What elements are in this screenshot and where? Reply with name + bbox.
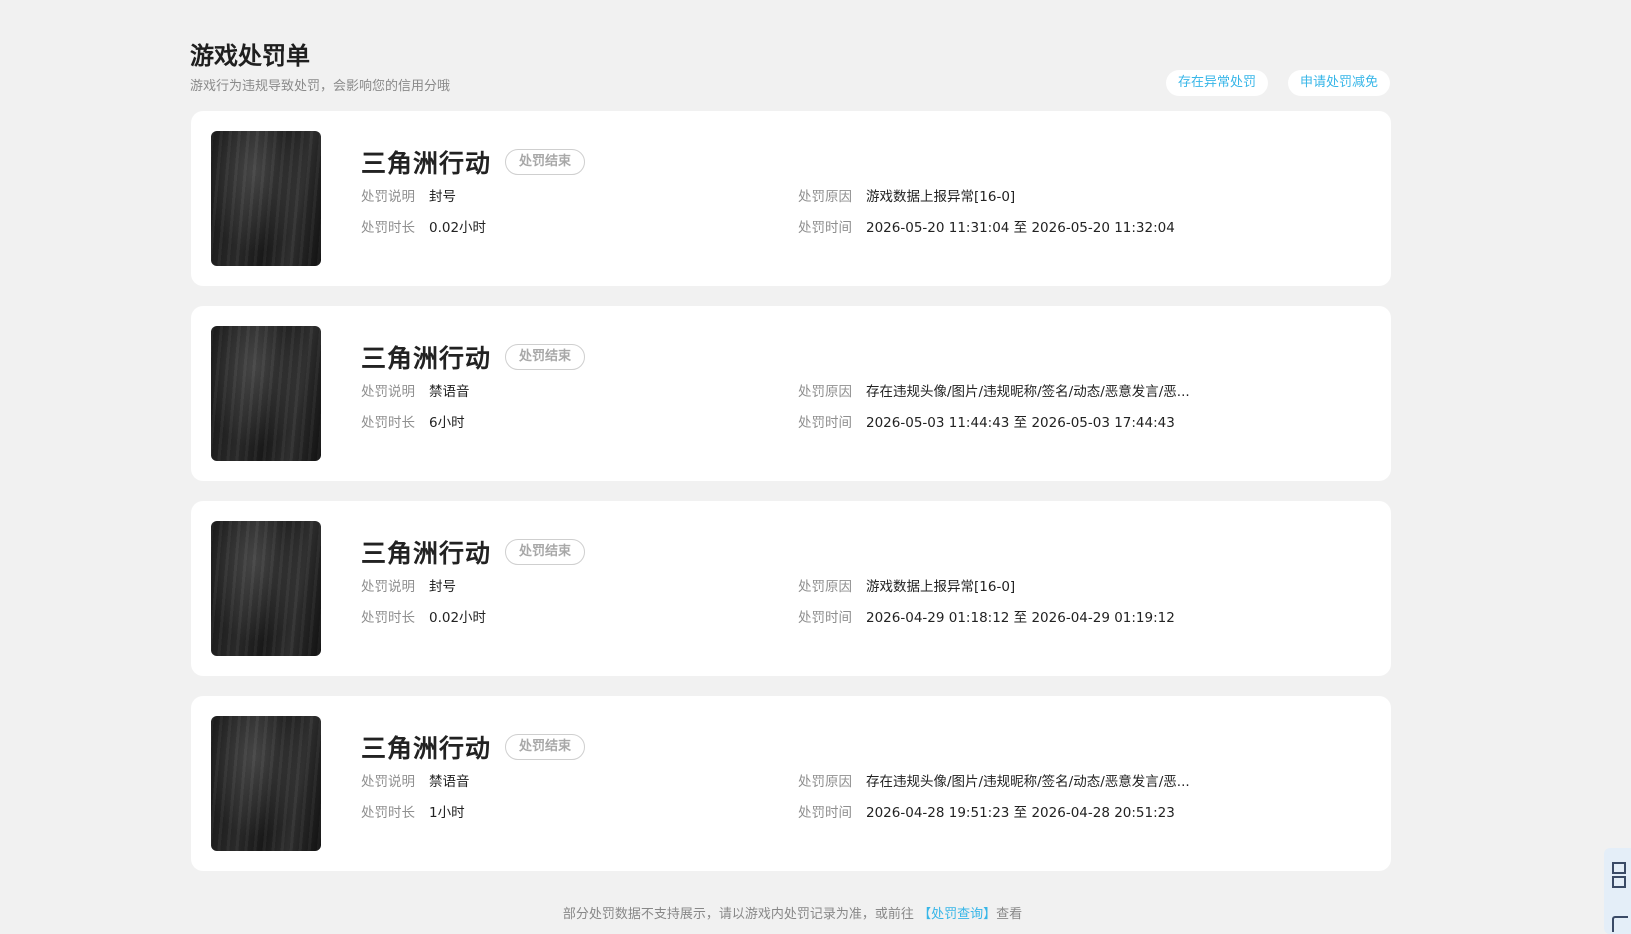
penalty-reason-value: 游戏数据上报异常[16-0] bbox=[866, 189, 1016, 205]
penalty-reason-value: 游戏数据上报异常[16-0] bbox=[866, 579, 1016, 595]
penalty-duration-value: 0.02小时 bbox=[429, 610, 487, 626]
penalty-duration-value: 1小时 bbox=[429, 805, 465, 821]
penalty-duration-label: 处罚时长 bbox=[361, 610, 415, 626]
penalty-duration-value: 6小时 bbox=[429, 415, 465, 431]
game-cover-image bbox=[211, 716, 321, 851]
page-header: 游戏处罚单 游戏行为违规导致处罚，会影响您的信用分哦 存在异常处罚 申请处罚减免 bbox=[190, 40, 1390, 100]
penalty-reason-label: 处罚原因 bbox=[798, 774, 852, 790]
penalty-time: 处罚时间 2026-05-03 11:44:43 至 2026-05-03 17:… bbox=[798, 413, 1175, 433]
bracket-icon[interactable] bbox=[1612, 916, 1628, 932]
penalty-duration-label: 处罚时长 bbox=[361, 805, 415, 821]
penalty-desc-label: 处罚说明 bbox=[361, 189, 415, 205]
penalty-desc-value: 封号 bbox=[429, 189, 456, 205]
penalty-desc-value: 禁语音 bbox=[429, 384, 470, 400]
penalty-page: 游戏处罚单 游戏行为违规导致处罚，会影响您的信用分哦 存在异常处罚 申请处罚减免… bbox=[0, 0, 1631, 934]
game-name: 三角洲行动 bbox=[361, 149, 492, 178]
penalty-desc-value: 封号 bbox=[429, 579, 456, 595]
penalty-reason: 处罚原因 游戏数据上报异常[16-0] bbox=[798, 187, 1015, 207]
game-cover-image bbox=[211, 326, 321, 461]
status-badge: 处罚结束 bbox=[505, 149, 586, 175]
game-title-row: 三角洲行动 处罚结束 bbox=[361, 339, 586, 375]
penalty-duration-label: 处罚时长 bbox=[361, 415, 415, 431]
footer-note-prefix: 部分处罚数据不支持展示，请以游戏内处罚记录为准，或前往 bbox=[562, 907, 914, 922]
status-badge: 处罚结束 bbox=[505, 734, 586, 760]
status-badge: 处罚结束 bbox=[505, 344, 586, 370]
status-badge: 处罚结束 bbox=[505, 539, 586, 565]
game-title-row: 三角洲行动 处罚结束 bbox=[361, 144, 586, 180]
game-cover-image bbox=[211, 131, 321, 266]
game-cover-image bbox=[211, 521, 321, 656]
game-name: 三角洲行动 bbox=[361, 734, 492, 763]
penalty-time: 处罚时间 2026-04-29 01:18:12 至 2026-04-29 01:… bbox=[798, 608, 1175, 628]
footer-note-suffix: 查看 bbox=[996, 907, 1023, 922]
game-title-row: 三角洲行动 处罚结束 bbox=[361, 534, 586, 570]
page-title: 游戏处罚单 bbox=[190, 42, 310, 70]
penalty-desc-label: 处罚说明 bbox=[361, 384, 415, 400]
penalty-time-label: 处罚时间 bbox=[798, 220, 852, 236]
penalty-reason: 处罚原因 游戏数据上报异常[16-0] bbox=[798, 577, 1015, 597]
penalty-time-label: 处罚时间 bbox=[798, 415, 852, 431]
penalty-reason-value: 存在违规头像/图片/违规昵称/签名/动态/恶意发言/恶... bbox=[866, 774, 1190, 790]
penalty-card: 三角洲行动 处罚结束 处罚说明 封号 处罚时长 0.02小时 处罚原因 游戏数据上报异… bbox=[191, 501, 1391, 676]
penalty-time: 处罚时间 2026-05-20 11:31:04 至 2026-05-20 11:… bbox=[798, 218, 1175, 238]
penalty-duration: 处罚时长 6小时 bbox=[361, 413, 465, 433]
penalty-duration: 处罚时长 1小时 bbox=[361, 803, 465, 823]
penalty-desc: 处罚说明 禁语音 bbox=[361, 772, 470, 792]
game-name: 三角洲行动 bbox=[361, 344, 492, 373]
footer-note: 部分处罚数据不支持展示，请以游戏内处罚记录为准，或前往 【处罚查询】查看 bbox=[0, 903, 1585, 922]
penalty-reason-label: 处罚原因 bbox=[798, 579, 852, 595]
penalty-reason-label: 处罚原因 bbox=[798, 189, 852, 205]
side-floating-widget[interactable] bbox=[1604, 848, 1631, 934]
apply-penalty-reduction-button[interactable]: 申请处罚减免 bbox=[1287, 70, 1390, 96]
penalty-desc: 处罚说明 封号 bbox=[361, 187, 456, 207]
header-actions: 存在异常处罚 申请处罚减免 bbox=[1165, 70, 1390, 96]
penalty-list: 三角洲行动 处罚结束 处罚说明 封号 处罚时长 0.02小时 处罚原因 游戏数据上报异… bbox=[191, 111, 1391, 891]
penalty-desc-value: 禁语音 bbox=[429, 774, 470, 790]
penalty-duration-value: 0.02小时 bbox=[429, 220, 487, 236]
penalty-desc-label: 处罚说明 bbox=[361, 579, 415, 595]
game-title-row: 三角洲行动 处罚结束 bbox=[361, 729, 586, 765]
penalty-desc: 处罚说明 禁语音 bbox=[361, 382, 470, 402]
penalty-card: 三角洲行动 处罚结束 处罚说明 禁语音 处罚时长 6小时 处罚原因 存在违规头像/图片… bbox=[191, 306, 1391, 481]
penalty-desc: 处罚说明 封号 bbox=[361, 577, 456, 597]
penalty-duration: 处罚时长 0.02小时 bbox=[361, 608, 486, 628]
penalty-desc-label: 处罚说明 bbox=[361, 774, 415, 790]
penalty-time: 处罚时间 2026-04-28 19:51:23 至 2026-04-28 20:… bbox=[798, 803, 1175, 823]
penalty-time-value: 2026-05-03 11:44:43 至 2026-05-03 17:44:4… bbox=[866, 415, 1175, 431]
game-name: 三角洲行动 bbox=[361, 539, 492, 568]
penalty-duration: 处罚时长 0.02小时 bbox=[361, 218, 486, 238]
penalty-reason-value: 存在违规头像/图片/违规昵称/签名/动态/恶意发言/恶... bbox=[866, 384, 1190, 400]
penalty-card: 三角洲行动 处罚结束 处罚说明 封号 处罚时长 0.02小时 处罚原因 游戏数据上报异… bbox=[191, 111, 1391, 286]
penalty-duration-label: 处罚时长 bbox=[361, 220, 415, 236]
penalty-time-label: 处罚时间 bbox=[798, 610, 852, 626]
penalty-time-value: 2026-05-20 11:31:04 至 2026-05-20 11:32:0… bbox=[866, 220, 1175, 236]
penalty-time-label: 处罚时间 bbox=[798, 805, 852, 821]
penalty-reason: 处罚原因 存在违规头像/图片/违规昵称/签名/动态/恶意发言/恶... bbox=[798, 772, 1190, 792]
penalty-time-value: 2026-04-28 19:51:23 至 2026-04-28 20:51:2… bbox=[866, 805, 1175, 821]
penalty-reason: 处罚原因 存在违规头像/图片/违规昵称/签名/动态/恶意发言/恶... bbox=[798, 382, 1190, 402]
penalty-reason-label: 处罚原因 bbox=[798, 384, 852, 400]
qr-code-icon[interactable] bbox=[1612, 862, 1626, 890]
report-abnormal-penalty-button[interactable]: 存在异常处罚 bbox=[1165, 70, 1268, 96]
penalty-query-link[interactable]: 【处罚查询】 bbox=[918, 907, 996, 922]
penalty-time-value: 2026-04-29 01:18:12 至 2026-04-29 01:19:1… bbox=[866, 610, 1175, 626]
penalty-card: 三角洲行动 处罚结束 处罚说明 禁语音 处罚时长 1小时 处罚原因 存在违规头像/图片… bbox=[191, 696, 1391, 871]
